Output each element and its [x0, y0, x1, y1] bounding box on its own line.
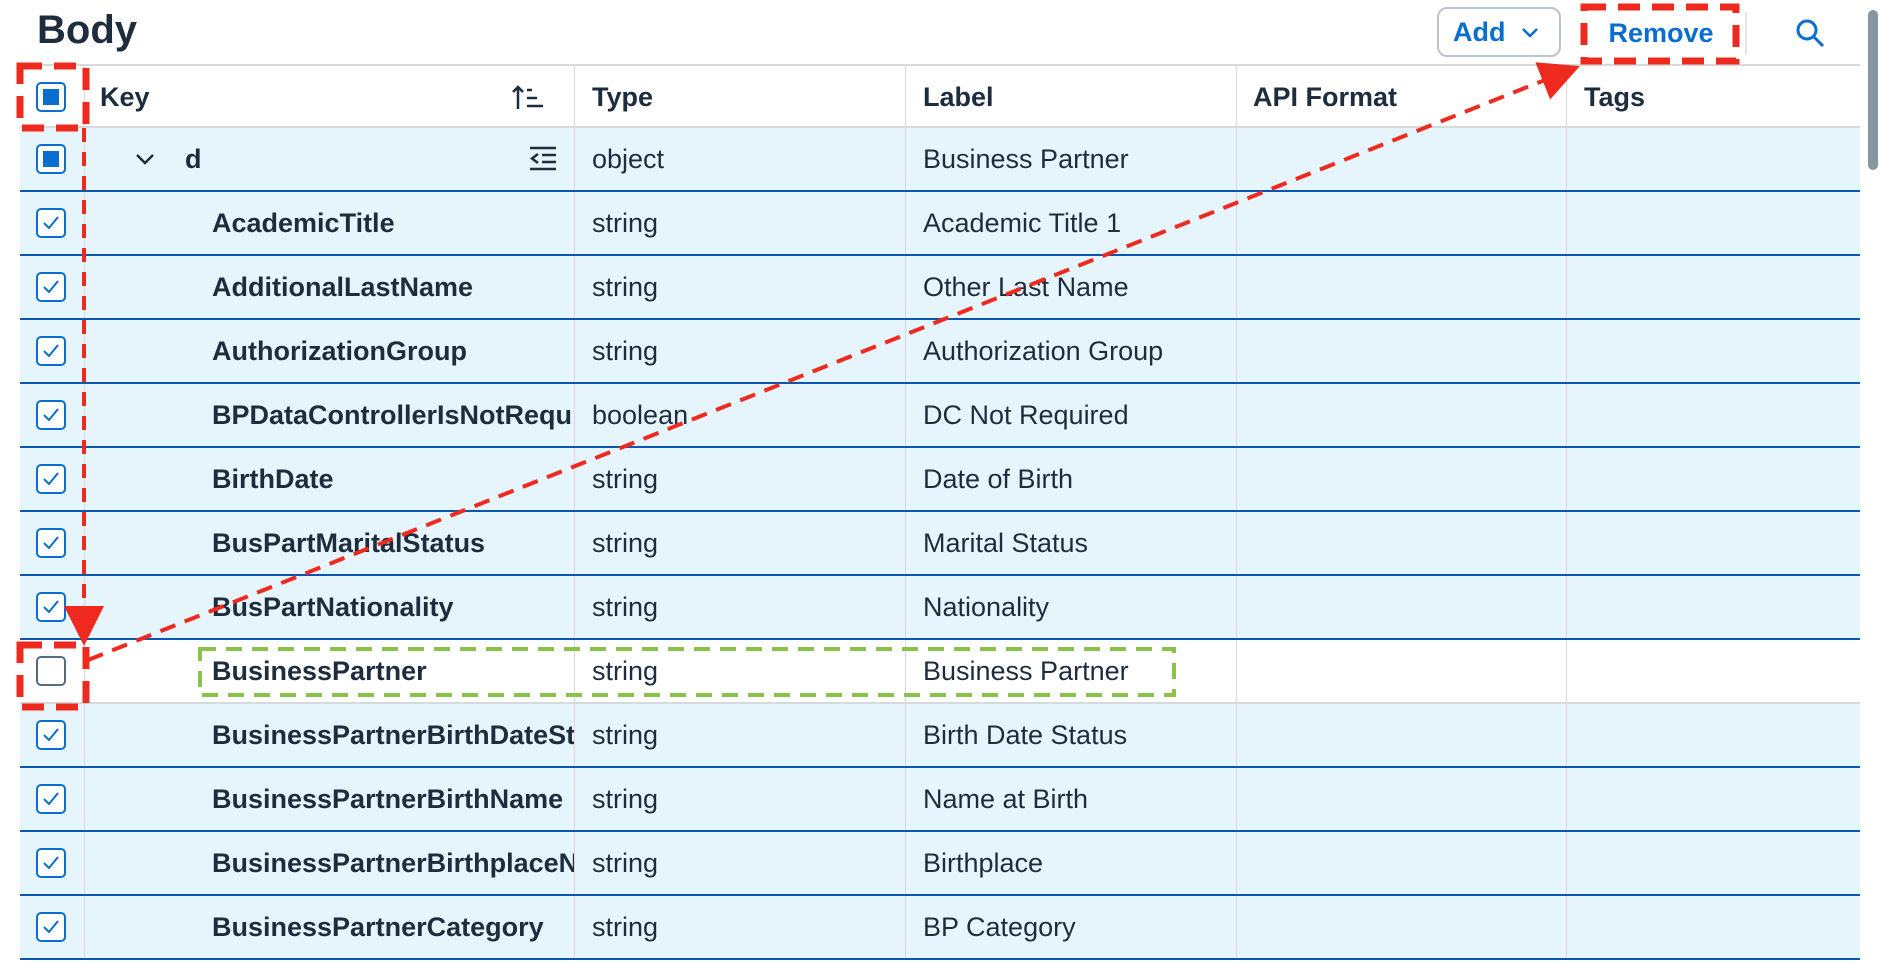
search-icon: [1796, 19, 1825, 48]
checkmark-icon: [43, 600, 59, 614]
row-key: BusinessPartnerBirthName: [212, 783, 564, 814]
checkmark-icon: [43, 920, 59, 934]
checkmark-icon: [43, 216, 59, 230]
table-row[interactable]: AcademicTitle string Academic Title 1: [20, 192, 1860, 256]
row-checkbox[interactable]: [36, 656, 66, 686]
add-button[interactable]: Add: [1437, 7, 1561, 57]
row-type: string: [592, 655, 659, 686]
row-label: Marital Status: [923, 527, 1089, 558]
row-type: string: [592, 783, 659, 814]
table-toolbar: Body Add Remove: [0, 0, 1882, 66]
row-key: AcademicTitle: [212, 207, 395, 238]
row-checkbox[interactable]: [36, 208, 66, 238]
row-key: BusinessPartnerCategory: [212, 911, 544, 942]
row-checkbox[interactable]: [36, 784, 66, 814]
column-header-key[interactable]: Key: [100, 66, 580, 128]
table-row[interactable]: AdditionalLastName string Other Last Nam…: [20, 256, 1860, 320]
row-type: string: [592, 719, 659, 750]
row-label: Authorization Group: [923, 335, 1164, 366]
remove-button[interactable]: Remove: [1590, 10, 1732, 56]
row-checkbox[interactable]: [36, 592, 66, 622]
row-key: d: [185, 143, 202, 174]
row-checkbox[interactable]: [36, 912, 66, 942]
row-type: string: [592, 527, 659, 558]
checkmark-icon: [43, 472, 59, 486]
search-button[interactable]: [1790, 13, 1830, 53]
row-checkbox[interactable]: [36, 464, 66, 494]
row-key: BusPartNationality: [212, 591, 454, 622]
row-checkbox[interactable]: [36, 720, 66, 750]
column-header-label[interactable]: Label: [923, 66, 1243, 128]
checkmark-icon: [43, 536, 59, 550]
row-type: string: [592, 335, 659, 366]
vertical-scrollbar[interactable]: [1862, 0, 1882, 970]
row-label: Date of Birth: [923, 463, 1074, 494]
scrollbar-thumb[interactable]: [1868, 10, 1878, 170]
row-type: string: [592, 591, 659, 622]
row-type: string: [592, 847, 659, 878]
chevron-down-icon: [1522, 28, 1539, 38]
row-key: BusinessPartnerBirthDateSt: [212, 719, 574, 750]
row-label: Name at Birth: [923, 783, 1089, 814]
row-checkbox[interactable]: [36, 848, 66, 878]
checkmark-icon: [43, 408, 59, 422]
add-button-label: Add: [1453, 16, 1506, 47]
row-key: BusinessPartner: [212, 655, 427, 686]
table-row[interactable]: BusPartNationality string Nationality: [20, 576, 1860, 640]
checkmark-icon: [43, 280, 59, 294]
row-checkbox[interactable]: [36, 528, 66, 558]
checkmark-icon: [43, 792, 59, 806]
row-label: DC Not Required: [923, 399, 1129, 430]
row-label: Business Partner: [923, 143, 1129, 174]
row-type: string: [592, 207, 659, 238]
checkmark-icon: [43, 728, 59, 742]
table-row[interactable]: BPDataControllerIsNotRequ boolean DC Not…: [20, 384, 1860, 448]
row-label: Other Last Name: [923, 271, 1129, 302]
checkmark-icon: [43, 344, 59, 358]
row-key: BusPartMaritalStatus: [212, 527, 486, 558]
table-row[interactable]: d object Business Partner: [20, 128, 1860, 192]
table-row[interactable]: BusinessPartner string Business Partner: [20, 640, 1860, 704]
row-key: BPDataControllerIsNotRequ: [212, 399, 573, 430]
select-all-checkbox[interactable]: [36, 82, 66, 112]
table-row[interactable]: AuthorizationGroup string Authorization …: [20, 320, 1860, 384]
chevron-down-icon[interactable]: [134, 148, 156, 170]
row-checkbox[interactable]: [36, 272, 66, 302]
table-header: Key Type Label API Format Tags: [20, 64, 1860, 128]
table-row[interactable]: BusinessPartnerBirthName string Name at …: [20, 768, 1860, 832]
page-title: Body: [37, 8, 137, 52]
toolbar-separator: [1745, 12, 1747, 54]
table-row[interactable]: BusinessPartnerCategory string BP Catego…: [20, 896, 1860, 960]
collapse-all-icon[interactable]: [528, 144, 558, 174]
row-type: string: [592, 911, 659, 942]
row-key: BusinessPartnerBirthplaceN: [212, 847, 574, 878]
checkmark-icon: [43, 856, 59, 870]
row-label: Nationality: [923, 591, 1050, 622]
row-label: Academic Title 1: [923, 207, 1122, 238]
row-label: Birthplace: [923, 847, 1044, 878]
row-checkbox[interactable]: [36, 144, 66, 174]
row-label: Birth Date Status: [923, 719, 1128, 750]
row-key: AdditionalLastName: [212, 271, 474, 302]
column-header-api-format[interactable]: API Format: [1253, 66, 1573, 128]
row-key: BirthDate: [212, 463, 334, 494]
table-row[interactable]: BirthDate string Date of Birth: [20, 448, 1860, 512]
row-label: Business Partner: [923, 655, 1129, 686]
row-label: BP Category: [923, 911, 1076, 942]
row-type: string: [592, 271, 659, 302]
sort-ascending-icon[interactable]: [510, 82, 544, 112]
column-header-tags[interactable]: Tags: [1584, 66, 1854, 128]
row-checkbox[interactable]: [36, 400, 66, 430]
row-type: string: [592, 463, 659, 494]
row-checkbox[interactable]: [36, 336, 66, 366]
row-key: AuthorizationGroup: [212, 335, 467, 366]
row-type: boolean: [592, 399, 689, 430]
table-row[interactable]: BusinessPartnerBirthplaceN string Birthp…: [20, 832, 1860, 896]
row-type: object: [592, 143, 665, 174]
table-row[interactable]: BusinessPartnerBirthDateSt string Birth …: [20, 704, 1860, 768]
table-row[interactable]: BusPartMaritalStatus string Marital Stat…: [20, 512, 1860, 576]
column-header-type[interactable]: Type: [592, 66, 912, 128]
